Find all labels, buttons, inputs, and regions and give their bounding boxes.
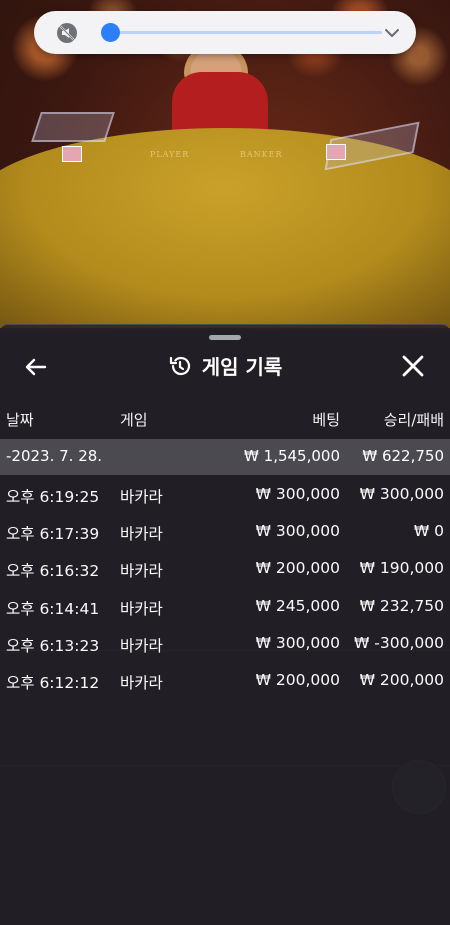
- day-win-loss-total: ₩ 622,750: [362, 447, 444, 465]
- chevron-down-icon[interactable]: [382, 23, 402, 43]
- row-win-loss: ₩ 300,000: [359, 485, 444, 503]
- column-header-game[interactable]: 게임: [120, 409, 148, 430]
- drag-handle[interactable]: [209, 335, 241, 340]
- game-history-panel: 게임 기록 날짜 게임 베팅 승리/패배 -2023. 7. 28. ₩ 1,5…: [0, 324, 450, 925]
- row-win-loss: ₩ 190,000: [359, 559, 444, 578]
- day-summary-row[interactable]: -2023. 7. 28. ₩ 1,545,000 ₩ 622,750: [0, 439, 450, 475]
- card-tray: [31, 112, 115, 142]
- table-row[interactable]: 오후 6:19:25 바카라 ₩ 300,000 ₩ 300,000: [0, 477, 450, 514]
- table-banker-label: BANKER: [240, 150, 283, 159]
- volume-slider-thumb[interactable]: [100, 23, 120, 42]
- row-win-loss: ₩ -300,000: [354, 633, 444, 652]
- history-list: 오후 6:19:25 바카라 ₩ 300,000 ₩ 300,000 오후 6:…: [0, 477, 450, 700]
- table-row[interactable]: 오후 6:17:39 바카라 ₩ 300,000 ₩ 0: [0, 514, 450, 551]
- column-header-win-loss[interactable]: 승리/패배: [384, 409, 444, 430]
- row-time: 오후 6:12:12: [6, 673, 100, 692]
- row-time: 오후 6:19:25: [6, 488, 100, 506]
- table-row[interactable]: 오후 6:12:12 바카라 ₩ 200,000 ₩ 200,000: [0, 663, 450, 700]
- row-bet: ₩ 300,000: [255, 633, 340, 652]
- speaker-off-icon[interactable]: [56, 22, 78, 44]
- video-control-bar: [34, 11, 416, 54]
- table-card: [326, 144, 346, 160]
- row-game: 바카라: [120, 562, 163, 581]
- row-game: 바카라: [120, 599, 163, 618]
- row-time: 오후 6:14:41: [6, 599, 100, 618]
- row-bet: ₩ 300,000: [255, 485, 340, 503]
- row-game: 바카라: [120, 488, 163, 506]
- row-game: 바카라: [120, 525, 163, 544]
- history-icon: [169, 356, 190, 375]
- table-card: [62, 146, 82, 162]
- day-date: -2023. 7. 28.: [6, 447, 103, 465]
- column-header-date[interactable]: 날짜: [6, 409, 34, 430]
- day-bet-total: ₩ 1,545,000: [244, 447, 340, 465]
- row-game: 바카라: [120, 636, 163, 655]
- row-time: 오후 6:16:32: [6, 562, 100, 581]
- volume-slider[interactable]: [100, 23, 382, 42]
- table-header: 날짜 게임 베팅 승리/패배: [0, 405, 450, 433]
- row-bet: ₩ 200,000: [255, 670, 340, 689]
- row-time: 오후 6:17:39: [6, 525, 100, 544]
- table-player-label: PLAYER: [150, 150, 190, 159]
- close-icon[interactable]: [400, 353, 426, 379]
- row-game: 바카라: [120, 673, 163, 692]
- table-row[interactable]: 오후 6:16:32 바카라 ₩ 200,000 ₩ 190,000: [0, 551, 450, 588]
- row-time: 오후 6:13:23: [6, 636, 100, 655]
- row-bet: ₩ 300,000: [255, 522, 340, 541]
- row-win-loss: ₩ 200,000: [359, 670, 444, 689]
- row-win-loss: ₩ 0: [413, 522, 444, 541]
- column-header-bet[interactable]: 베팅: [312, 409, 340, 430]
- row-win-loss: ₩ 232,750: [359, 596, 444, 615]
- page-title: 게임 기록: [201, 355, 283, 379]
- row-bet: ₩ 245,000: [255, 596, 340, 615]
- panel-header: 게임 기록: [0, 351, 450, 382]
- table-row[interactable]: 오후 6:13:23 바카라 ₩ 300,000 ₩ -300,000: [0, 626, 450, 663]
- table-row[interactable]: 오후 6:14:41 바카라 ₩ 245,000 ₩ 232,750: [0, 589, 450, 626]
- row-bet: ₩ 200,000: [255, 559, 340, 578]
